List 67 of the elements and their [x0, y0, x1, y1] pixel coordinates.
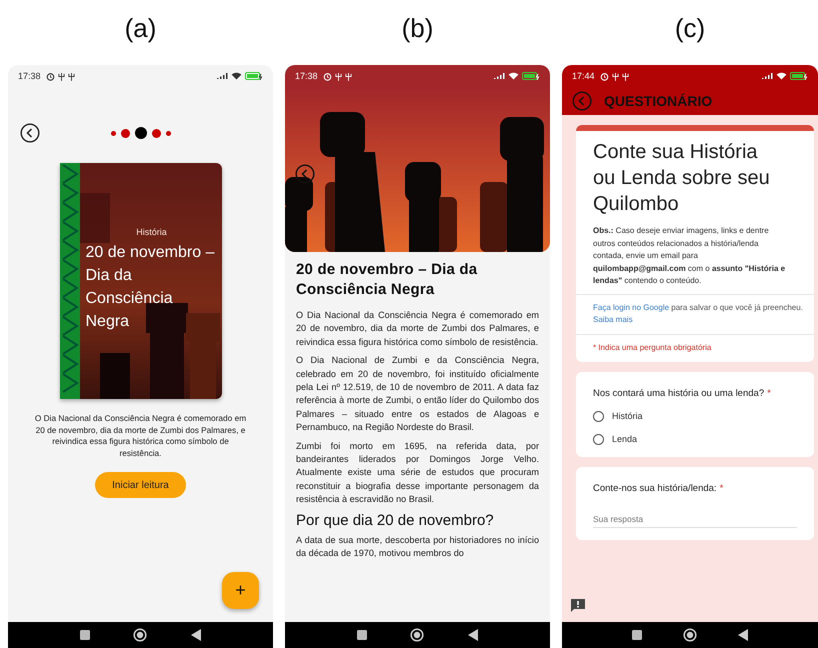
story-title: 20 de novembro – Dia da Consciência Negra	[86, 243, 216, 332]
question-text: Nos contará uma história ou uma lenda?	[593, 388, 764, 398]
section-heading: Por que dia 20 de novembro?	[296, 512, 495, 529]
usb-icon	[58, 72, 65, 80]
usb-icon	[68, 72, 75, 80]
wifi-icon	[776, 72, 787, 80]
status-time: 17:38	[18, 71, 41, 81]
login-text: Faça login no Google para salvar o que você já preencheu. Saiba mais	[576, 294, 814, 334]
add-button[interactable]: +	[222, 572, 259, 609]
battery-icon	[245, 72, 263, 80]
signal-icon	[761, 72, 773, 80]
radio-button[interactable]	[593, 434, 604, 444]
usb-icon	[622, 72, 629, 80]
panel-label: (c)	[674, 13, 706, 45]
option-label[interactable]: Lenda	[612, 434, 638, 444]
recents-button[interactable]	[80, 630, 90, 640]
signal-icon	[493, 72, 505, 80]
alarm-icon	[600, 72, 609, 80]
wifi-icon	[231, 72, 242, 80]
signal-icon	[216, 72, 228, 80]
panel-label: (a)	[124, 13, 158, 45]
alarm-icon	[46, 72, 55, 80]
learn-more-link[interactable]: Saiba mais	[593, 315, 633, 324]
back-nav-button[interactable]	[468, 629, 478, 641]
recents-button[interactable]	[632, 630, 642, 640]
feedback-icon[interactable]	[571, 599, 585, 612]
article-paragraph: A data de sua morte, descoberta por historiadores no início da década de 1970, motivou membros do	[296, 534, 539, 560]
recents-button[interactable]	[356, 630, 367, 640]
form-note: Obs.: Caso deseje enviar imagens, links e dentre outros conteúdos relacionados a história/lenda contada, envie um email para quilombapp@gmail.com com o assunto "História e lendas" contendo o conteúdo.	[593, 225, 786, 287]
back-nav-button[interactable]	[191, 629, 202, 641]
article-paragraph: O Dia Nacional da Consciência Negra é comemorado em 20 de novembro, dia da morte de Zumbi dos Palmares, e reivindica essa figura histórica como símbolo de resistência.	[296, 309, 539, 349]
article-paragraph: Zumbi foi morto em 1695, na referida data, por bandeirantes liderados por Domingos Jorge Velho. Atualmente existe uma série de estudos que procuram reconstituir a biografia desse importante personagem da resistência à escravidão no Brasil.	[296, 440, 539, 506]
login-link[interactable]: Faça login no Google	[593, 302, 670, 312]
home-button[interactable]	[410, 628, 424, 642]
status-time: 17:44	[572, 71, 595, 81]
usb-icon	[612, 72, 619, 80]
story-description: O Dia Nacional da Consciência Negra é comemorado em 20 de novembro, dia da morte de Zumbi dos Palmares, e reivindica essa figura histórica como símbolo de resistência.	[34, 413, 247, 459]
panel-label: (b)	[400, 13, 434, 45]
radio-button[interactable]	[593, 410, 604, 422]
page-indicator-dot[interactable]	[134, 127, 146, 139]
alarm-icon	[322, 72, 332, 80]
status-time: 17:38	[295, 71, 318, 81]
page-indicator-dot[interactable]	[120, 128, 130, 138]
back-nav-button[interactable]	[738, 629, 748, 641]
home-button[interactable]	[682, 628, 697, 642]
article-title: 20 de novembro – Dia da Consciência Negra	[296, 260, 478, 300]
battery-icon	[522, 72, 540, 80]
wifi-icon	[508, 72, 519, 80]
page-indicator-dot[interactable]	[166, 130, 170, 136]
page-indicator-dot[interactable]	[110, 130, 116, 136]
required-note: * Indica uma pergunta obrigatória	[592, 342, 712, 354]
option-label[interactable]: História	[612, 411, 643, 421]
answer-field[interactable]: Sua resposta	[593, 512, 797, 528]
form-title: Conte sua História ou Lenda sobre seu Quilombo	[593, 140, 771, 217]
required-mark: *	[720, 482, 724, 494]
battery-icon	[790, 72, 808, 80]
question-text: Conte-nos sua história/lenda:	[593, 482, 717, 494]
page-indicator-dot[interactable]	[152, 128, 160, 138]
usb-icon	[344, 72, 352, 80]
required-mark: *	[767, 388, 771, 398]
article-paragraph: O Dia Nacional de Zumbi e da Consciência Negra, celebrado em 20 de novembro, foi instituído oficialmente pela Lei nº 12.519, de 10 de novembro de 2011. A data faz referência à morte de Zumbi, o então líder do Quilombo dos Palmares – situado entre os estados de Alagoas e Pernambuco, na Região Nordeste do Brasil.	[296, 354, 539, 434]
home-button[interactable]	[133, 628, 148, 642]
usb-icon	[334, 72, 342, 80]
back-button[interactable]	[20, 123, 40, 143]
start-reading-button[interactable]: Iniciar leitura	[95, 472, 186, 498]
category-label: História	[136, 227, 167, 237]
screen-title: QUESTIONÁRIO	[604, 93, 712, 109]
